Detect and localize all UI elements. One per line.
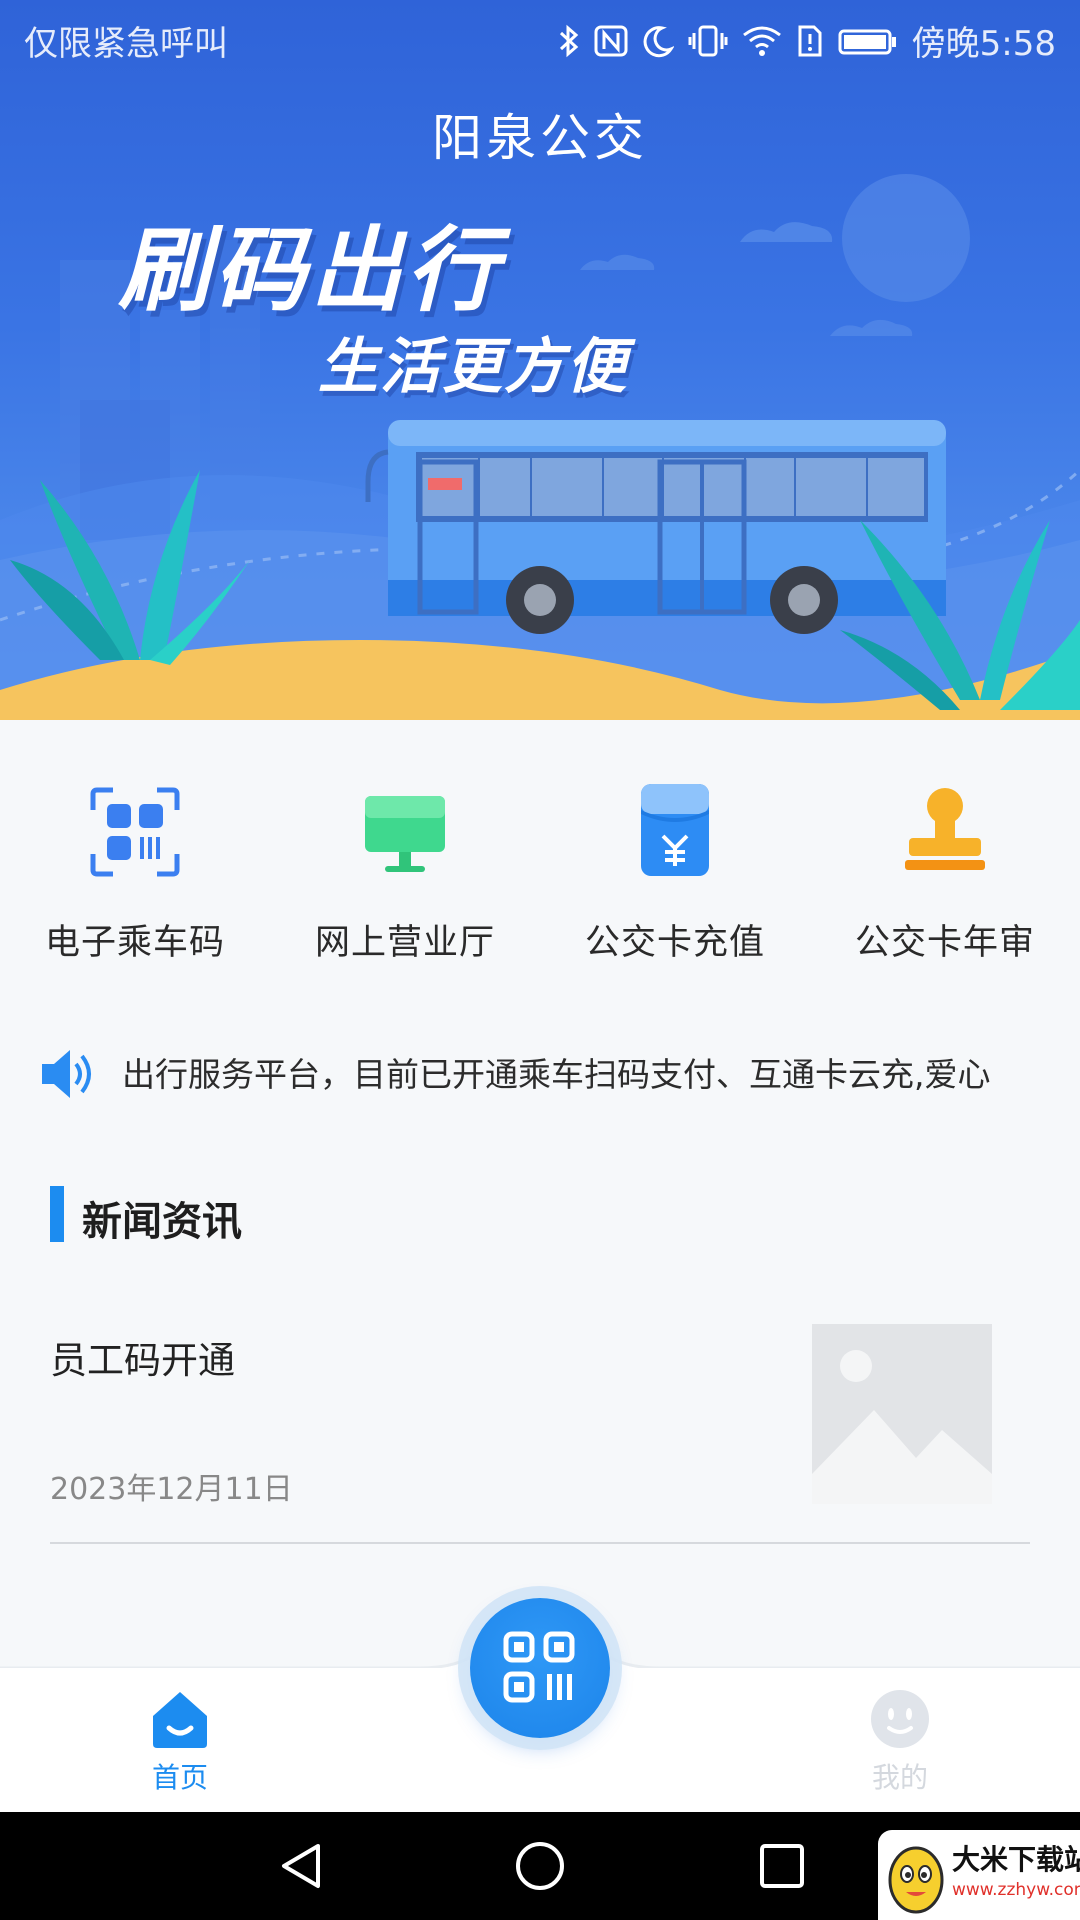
monitor-icon: [365, 796, 445, 872]
page-title: 阳泉公交: [432, 109, 648, 167]
moon-icon: [643, 25, 674, 57]
menu-item-card-recharge[interactable]: 公交卡充值: [540, 780, 810, 980]
recharge-card-icon: [641, 784, 709, 876]
image-placeholder-icon: [812, 1324, 992, 1504]
section-accent-bar: [50, 1186, 64, 1242]
bluetooth-icon: [559, 24, 578, 57]
menu-label: 公交卡充值: [584, 923, 765, 963]
menu-item-online-hall[interactable]: 网上营业厅: [270, 780, 540, 980]
qr-scan-icon: [503, 1631, 575, 1703]
user-face-icon: [871, 1690, 929, 1748]
banner-slogan-main: 刷码出行: [118, 217, 503, 324]
quick-menu: 电子乘车码 网上营业厅 公交卡充值 公交卡年审: [0, 780, 1080, 980]
menu-item-ride-code[interactable]: 电子乘车码: [0, 780, 270, 980]
watermark: 大米下载站 www.zzhyw.com: [878, 1830, 1080, 1920]
emergency-call-text: 仅限紧急呼叫: [24, 24, 228, 64]
section-title: 新闻资讯: [82, 1199, 242, 1245]
vibrate-icon: [688, 25, 728, 56]
news-divider: [50, 1542, 1030, 1544]
menu-label: 网上营业厅: [314, 923, 495, 963]
scan-code-button[interactable]: [470, 1598, 610, 1738]
back-icon[interactable]: [276, 1840, 328, 1892]
stamp-icon: [905, 788, 985, 870]
notice-bar[interactable]: 出行服务平台，目前已开通乘车扫码支付、互通卡云充,爱心: [0, 1040, 1080, 1110]
news-title: 员工码开通: [50, 1339, 235, 1382]
nfc-icon: [594, 25, 628, 56]
menu-item-annual-review[interactable]: 公交卡年审: [810, 780, 1080, 980]
menu-label: 电子乘车码: [44, 923, 225, 963]
recent-apps-icon[interactable]: [756, 1840, 808, 1892]
home-icon: [153, 1692, 207, 1748]
sim-alert-icon: [798, 25, 822, 56]
status-icons: 傍晚5:58: [558, 16, 1056, 65]
tab-home[interactable]: 首页: [100, 1688, 260, 1796]
hero-banner: 仅限紧急呼叫 傍晚5:58 阳泉公交 刷码出行 生活更方便: [0, 0, 1080, 720]
watermark-url: www.zzhyw.com: [952, 1880, 1080, 1900]
qr-code-icon: [90, 787, 180, 877]
wifi-icon: [742, 26, 781, 56]
tab-mine[interactable]: 我的: [820, 1688, 980, 1796]
tab-label: 我的: [871, 1761, 928, 1794]
menu-label: 公交卡年审: [854, 923, 1035, 963]
speaker-icon: [42, 1050, 91, 1098]
news-list-item[interactable]: 员工码开通 2023年12月11日: [50, 1320, 1030, 1544]
home-circle-icon[interactable]: [514, 1840, 566, 1892]
battery-icon: [838, 29, 896, 54]
notice-fade: [1000, 1040, 1040, 1110]
notice-text: 出行服务平台，目前已开通乘车扫码支付、互通卡云充,爱心: [122, 1055, 991, 1094]
tab-label: 首页: [151, 1761, 208, 1794]
mascot-logo: [888, 1846, 944, 1914]
news-date: 2023年12月11日: [50, 1472, 293, 1507]
clock: 傍晚5:58: [911, 24, 1056, 64]
watermark-name: 大米下载站: [952, 1843, 1080, 1876]
banner-slogan-sub: 生活更方便: [318, 332, 628, 402]
status-bar: 仅限紧急呼叫 傍晚5:58: [0, 0, 1080, 76]
